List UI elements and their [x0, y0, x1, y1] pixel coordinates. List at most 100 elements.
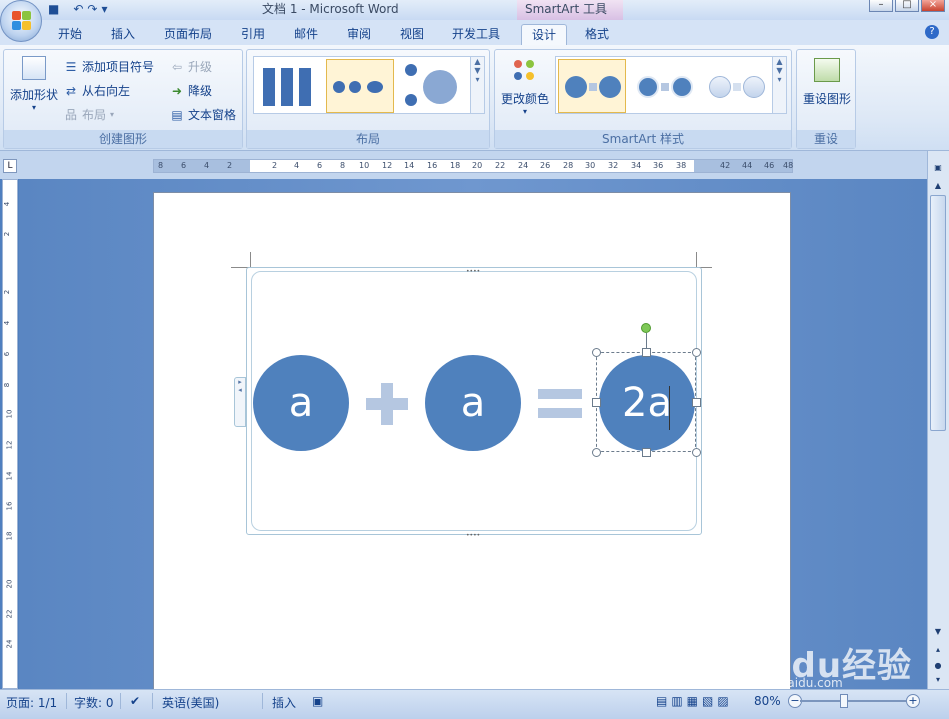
swap-arrows-icon: ⇄: [65, 83, 77, 98]
group-reset: 重设图形 重设: [796, 49, 856, 149]
add-shape-icon: [22, 56, 46, 80]
status-bar: 页面: 1/1 字数: 0 ✔ 英语(美国) 插入 ▣ ▤▥▦▧▨ 80% − …: [0, 689, 949, 719]
style-gallery-scroll[interactable]: ▲ ▼ ▾: [772, 57, 786, 113]
frame-handle-bottom[interactable]: ••••: [466, 532, 480, 539]
macro-record-icon[interactable]: ▣: [312, 694, 323, 708]
resize-handle-se[interactable]: [692, 448, 701, 457]
insert-mode-indicator[interactable]: 插入: [272, 694, 296, 711]
resize-handle-e[interactable]: [692, 398, 701, 407]
resize-handle-s[interactable]: [642, 448, 651, 457]
ribbon: 添加形状 ▾ ☰ 添加项目符号 ⇄ 从右向左 品 布局 ▾ ⇦ 升级 ➜ 降级 …: [0, 45, 949, 151]
tab-insert[interactable]: 插入: [104, 24, 142, 45]
customize-qat-icon[interactable]: ▾: [101, 2, 107, 16]
layout-option-vertical-blocks[interactable]: [256, 59, 324, 113]
arrow-right-icon: ➜: [171, 83, 183, 98]
zoom-in-button[interactable]: +: [906, 694, 920, 708]
smartart-shape-term1[interactable]: a: [253, 355, 349, 451]
office-logo-icon: [12, 11, 32, 31]
tab-page-layout[interactable]: 页面布局: [158, 24, 218, 45]
previous-page-icon[interactable]: ▴: [930, 643, 946, 657]
resize-handle-nw[interactable]: [592, 348, 601, 357]
ruler-row: L 8 6 4 2 2 4 6 8 10 12 14 16 18 20 22 2…: [0, 151, 949, 179]
equals-operator-shape[interactable]: [538, 389, 582, 399]
tab-design[interactable]: 设计: [521, 24, 567, 45]
add-shape-label: 添加形状: [9, 88, 58, 102]
tab-format[interactable]: 格式: [577, 24, 617, 45]
vertical-ruler[interactable]: 4 2 2 4 6 8 10 12 14 16 18 20 22 24: [2, 179, 18, 689]
title-bar: ■ ↶ ↷ ▾ 文档 1 - Microsoft Word SmartArt 工…: [0, 0, 949, 20]
save-icon[interactable]: ■: [48, 2, 59, 16]
proofing-icon[interactable]: ✔: [130, 694, 140, 708]
style-gallery: ▲ ▼ ▾: [555, 56, 787, 114]
vertical-scrollbar[interactable]: ▣ ▲ ▼ ▴ ● ▾: [927, 151, 949, 689]
rotate-handle[interactable]: [641, 323, 651, 333]
undo-icon[interactable]: ↶: [73, 2, 83, 16]
scroll-up-icon[interactable]: ▲: [930, 179, 946, 193]
help-icon[interactable]: ?: [925, 25, 939, 39]
tab-stop-selector[interactable]: L: [3, 159, 17, 173]
reset-graphic-button[interactable]: 重设图形: [799, 58, 855, 107]
quick-access-toolbar: ■ ↶ ↷ ▾: [48, 0, 108, 18]
view-buttons[interactable]: ▤▥▦▧▨: [656, 694, 733, 708]
resize-handle-ne[interactable]: [692, 348, 701, 357]
demote-button[interactable]: ➜ 降级: [170, 82, 212, 99]
group-layouts: ▲ ▼ ▾ 布局: [246, 49, 490, 149]
layout-option-vertical-equation[interactable]: [398, 59, 466, 113]
selection-box: [596, 352, 696, 452]
zoom-level[interactable]: 80%: [754, 694, 781, 708]
add-bullet-button[interactable]: ☰ 添加项目符号: [64, 58, 154, 75]
resize-handle-sw[interactable]: [592, 448, 601, 457]
layout-option-equation[interactable]: [326, 59, 394, 113]
layout-gallery: ▲ ▼ ▾: [253, 56, 485, 114]
tab-home[interactable]: 开始: [52, 24, 88, 45]
group-label-create: 创建图形: [4, 130, 242, 148]
tab-review[interactable]: 审阅: [340, 24, 378, 45]
reset-graphic-label: 重设图形: [802, 92, 851, 106]
browse-object-icon[interactable]: ●: [930, 659, 946, 673]
tab-view[interactable]: 视图: [394, 24, 430, 45]
language-indicator[interactable]: 英语(美国): [162, 694, 219, 711]
right-to-left-button[interactable]: ⇄ 从右向左: [64, 82, 130, 99]
change-colors-button[interactable]: 更改颜色 ▾: [497, 58, 553, 116]
bullet-list-icon: ☰: [65, 59, 77, 74]
watermark-url: jingyan.baidu.com: [732, 676, 843, 690]
resize-handle-w[interactable]: [592, 398, 601, 407]
group-label-styles: SmartArt 样式: [495, 130, 791, 148]
minimize-button[interactable]: –: [869, 0, 893, 12]
smartart-shape-term2[interactable]: a: [425, 355, 521, 451]
layout-gallery-scroll[interactable]: ▲ ▼ ▾: [470, 57, 484, 113]
scroll-down-icon[interactable]: ▼: [930, 625, 946, 639]
ribbon-tabs: 开始 插入 页面布局 引用 邮件 审阅 视图 开发工具 设计 格式 ?: [0, 20, 949, 45]
group-create-graphic: 添加形状 ▾ ☰ 添加项目符号 ⇄ 从右向左 品 布局 ▾ ⇦ 升级 ➜ 降级 …: [3, 49, 243, 149]
zoom-slider-knob[interactable]: [840, 694, 848, 708]
tab-mailings[interactable]: 邮件: [288, 24, 324, 45]
style-option-simple[interactable]: [558, 59, 626, 113]
group-label-layout: 布局: [247, 130, 489, 148]
ruler-toggle-icon[interactable]: ▣: [930, 161, 946, 175]
text-pane-toggle[interactable]: ▸ ◂: [234, 377, 246, 427]
close-button[interactable]: ×: [921, 0, 945, 12]
tab-developer[interactable]: 开发工具: [446, 24, 506, 45]
promote-button[interactable]: ⇦ 升级: [170, 58, 212, 75]
equals-operator-shape-lower: [538, 408, 582, 418]
add-shape-button[interactable]: 添加形状 ▾: [6, 56, 62, 112]
style-option-light[interactable]: [702, 59, 770, 113]
scroll-thumb[interactable]: [930, 195, 946, 431]
change-colors-label: 更改颜色: [500, 92, 549, 106]
text-pane-button[interactable]: ▤ 文本窗格: [170, 106, 236, 123]
zoom-slider[interactable]: [800, 700, 906, 702]
style-option-subtle[interactable]: [630, 59, 698, 113]
next-page-icon[interactable]: ▾: [930, 673, 946, 687]
horizontal-ruler[interactable]: 8 6 4 2 2 4 6 8 10 12 14 16 18 20 22 24 …: [153, 159, 793, 173]
arrow-left-icon: ⇦: [171, 59, 183, 74]
layout-dropdown[interactable]: 品 布局 ▾: [64, 106, 114, 123]
smartart-tools-title: SmartArt 工具: [517, 0, 623, 20]
resize-handle-n[interactable]: [642, 348, 651, 357]
frame-handle-top[interactable]: ••••: [466, 268, 480, 275]
office-button[interactable]: [0, 0, 42, 42]
word-count[interactable]: 字数: 0: [74, 694, 114, 711]
tab-references[interactable]: 引用: [234, 24, 272, 45]
page-count[interactable]: 页面: 1/1: [6, 694, 57, 711]
maximize-button[interactable]: □: [895, 0, 919, 12]
redo-icon[interactable]: ↷: [87, 2, 97, 16]
